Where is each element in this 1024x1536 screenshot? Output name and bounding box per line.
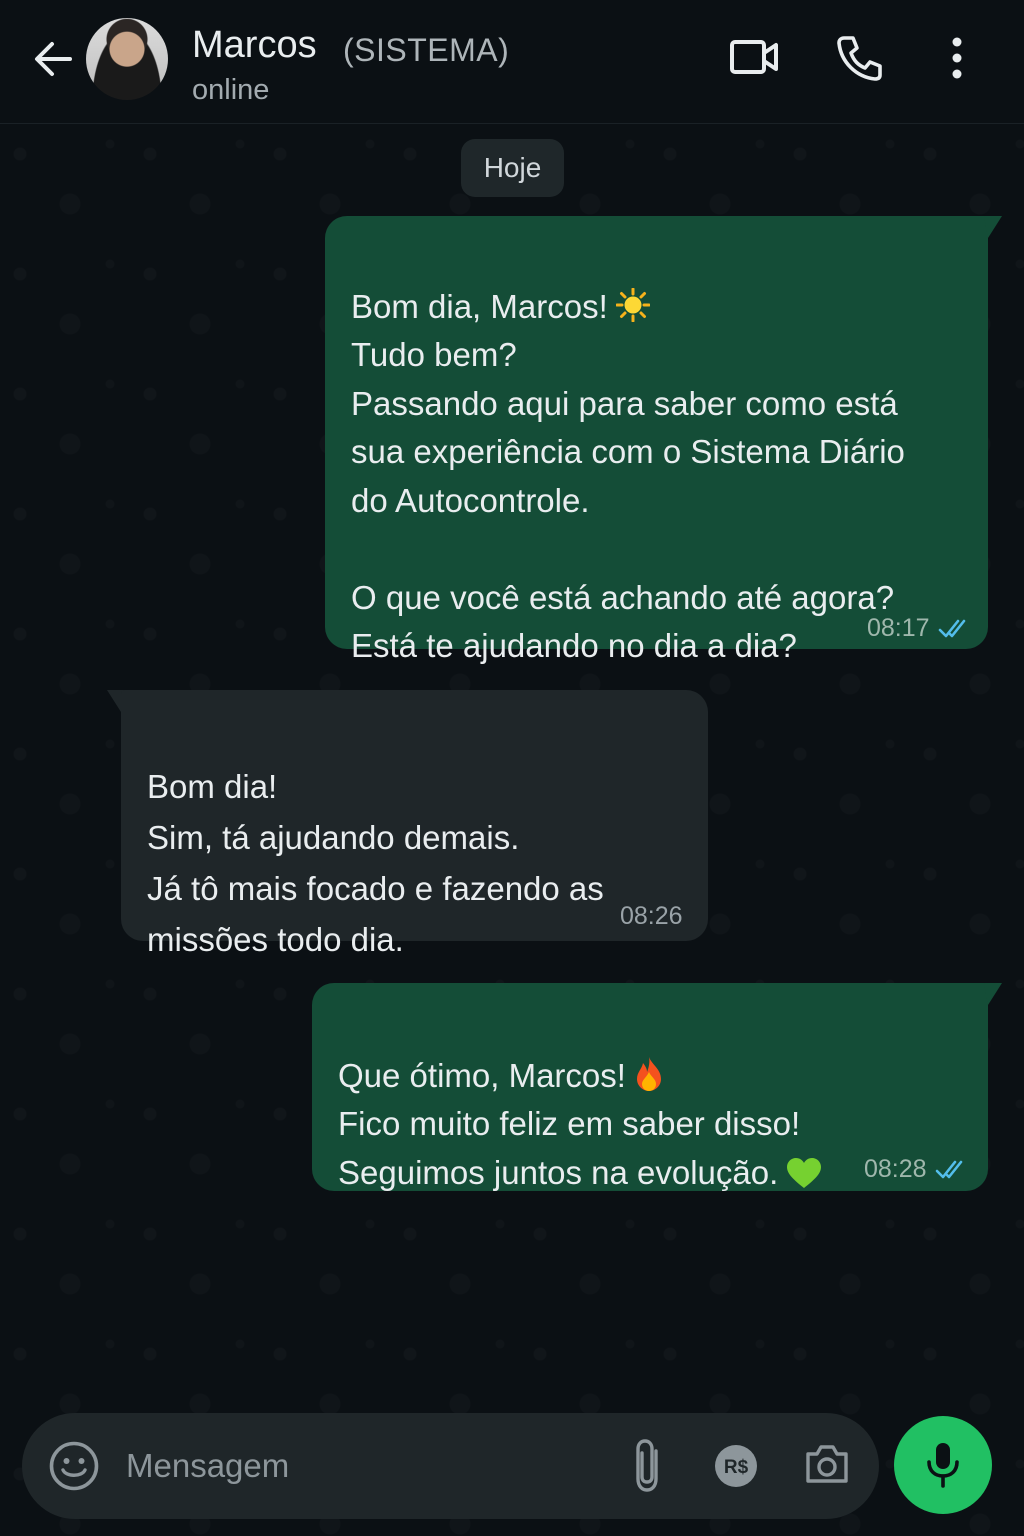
mic-button[interactable] — [894, 1416, 992, 1514]
outgoing-message[interactable]: Que ótimo, Marcos! Fico muito feliz em s… — [312, 983, 988, 1191]
outgoing-bubble-tail — [984, 216, 1002, 238]
svg-text:R$: R$ — [724, 1457, 749, 1478]
avatar[interactable] — [86, 18, 168, 100]
back-arrow-icon[interactable] — [30, 36, 76, 82]
payment-icon[interactable]: R$ — [714, 1444, 758, 1488]
sun-emoji — [615, 287, 650, 322]
voice-call-icon[interactable] — [834, 32, 886, 84]
green-heart-emoji — [787, 1157, 822, 1188]
message-time: 08:28 — [864, 1155, 927, 1183]
attach-icon[interactable] — [632, 1437, 668, 1495]
message-composer: R$ — [22, 1413, 879, 1519]
date-divider: Hoje — [461, 139, 564, 197]
outgoing-bubble-tail — [984, 983, 1002, 1005]
contact-name[interactable]: Marcos — [192, 24, 317, 67]
message-meta: 08:17 — [867, 604, 970, 653]
contact-status: online — [192, 74, 270, 106]
message-time: 08:26 — [620, 902, 683, 930]
read-ticks-icon — [938, 620, 965, 638]
outgoing-message[interactable]: Bom dia, Marcos! Tudo bem? Passando aqui… — [325, 216, 988, 664]
message-input[interactable] — [126, 1437, 586, 1495]
message-meta: 08:28 — [864, 1145, 967, 1194]
chat-header: Marcos (SISTEMA) online — [0, 0, 1024, 124]
incoming-message[interactable]: Bom dia! Sim, tá ajudando demais. Já tô … — [121, 690, 708, 958]
mic-icon — [927, 1443, 959, 1488]
message-time: 08:17 — [867, 614, 930, 642]
read-ticks-icon — [935, 1161, 962, 1179]
contact-tag[interactable]: (SISTEMA) — [343, 32, 509, 69]
message-text: Bom dia! Sim, tá ajudando demais. Já tô … — [147, 768, 604, 958]
camera-icon[interactable] — [804, 1443, 850, 1485]
emoji-icon[interactable] — [48, 1440, 100, 1492]
more-options-icon[interactable] — [940, 36, 974, 80]
fire-emoji — [636, 1056, 661, 1091]
video-call-icon[interactable] — [728, 34, 782, 80]
